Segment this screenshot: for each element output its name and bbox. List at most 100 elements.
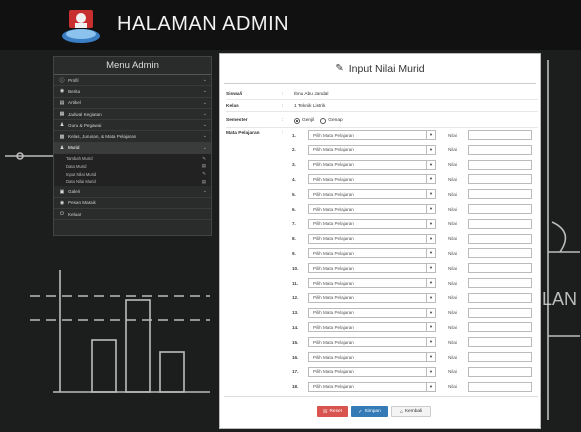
dropdown-arrow-icon: ▼ [426,219,435,228]
mata-pelajaran-select[interactable]: Pilih Mata Pelajaran ▼ [308,159,436,170]
siswa-row: Siswa/i : Ibnu Abu Jandal [226,90,538,100]
sidebar-item-guru-pegawai[interactable]: ♟ Guru & Pegawai ⌄ [54,120,211,132]
semester-radio-genjil[interactable]: Genjil [294,117,314,124]
radio-checked-icon [294,117,300,124]
svg-text:LAN: LAN [542,289,577,309]
nilai-label: Nilai [448,324,457,330]
nilai-label: Nilai [448,310,457,316]
pencil-icon: ✎ [202,155,206,161]
mata-pelajaran-select[interactable]: Pilih Mata Pelajaran ▼ [308,130,436,140]
nilai-label: Nilai [448,191,457,197]
nilai-input[interactable] [468,381,532,392]
radio-label: Genap [328,118,343,123]
sidebar-item-murid[interactable]: ♟ Murid ⌄ [54,142,211,155]
sidebar-item-artikel[interactable]: ▤ Artikel ⌄ [54,98,211,109]
semester-label: Semester [226,118,248,123]
subject-row: 9. Pilih Mata Pelajaran ▼ Nilai [292,247,538,259]
subject-row: 17. Pilih Mata Pelajaran ▼ Nilai [292,366,538,378]
nilai-input[interactable] [468,307,532,318]
murid-submenu: Tambah Murid ✎ Data Murid ▤ Input Nilai … [54,154,211,187]
mata-pelajaran-select[interactable]: Pilih Mata Pelajaran ▼ [308,204,436,214]
row-number: 17. [292,369,299,375]
home-icon: ⌂ [399,408,403,415]
nilai-input[interactable] [468,174,532,185]
row-number: 12. [292,295,299,301]
chevron-down-icon: ⌄ [202,110,207,117]
row-number: 4. [292,176,296,182]
dropdown-arrow-icon: ▼ [426,145,435,154]
nilai-input[interactable] [468,292,532,303]
nilai-input[interactable] [468,218,532,229]
subject-row: 7. Pilih Mata Pelajaran ▼ Nilai [292,218,538,230]
nilai-label: Nilai [448,295,457,301]
mata-pelajaran-select[interactable]: Pilih Mata Pelajaran ▼ [308,263,436,274]
submenu-item-data-nilai-murid[interactable]: Data Nilai Murid ▤ [54,178,211,186]
select-placeholder: Pilih Mata Pelajaran [313,354,354,360]
mata-pelajaran-select[interactable]: Pilih Mata Pelajaran ▼ [308,233,436,244]
mata-pelajaran-select[interactable]: Pilih Mata Pelajaran ▼ [308,174,436,185]
site-title: HALAMAN ADMIN [117,13,290,35]
calendar-icon: ▦ [59,111,65,118]
nilai-input[interactable] [468,366,532,377]
mata-pelajaran-select[interactable]: Pilih Mata Pelajaran ▼ [308,278,436,288]
input-nilai-panel: ✎ Input Nilai Murid Siswa/i : Ibnu Abu J… [219,53,541,429]
mata-pelajaran-select[interactable]: Pilih Mata Pelajaran ▼ [308,366,436,377]
mata-pelajaran-select[interactable]: Pilih Mata Pelajaran ▼ [308,189,436,200]
simpan-button-label: Simpan [364,409,381,414]
select-placeholder: Pilih Mata Pelajaran [313,310,354,316]
simpan-button[interactable]: ✓ Simpan [351,406,388,417]
nilai-input[interactable] [468,352,532,362]
semester-row: Semester : Genjil Genap [226,114,538,128]
nilai-label: Nilai [448,354,457,360]
nilai-input[interactable] [468,322,532,333]
select-placeholder: Pilih Mata Pelajaran [313,384,354,390]
newspaper-icon: ▤ [59,99,65,106]
mata-pelajaran-select[interactable]: Pilih Mata Pelajaran ▼ [308,144,436,155]
nilai-input[interactable] [468,144,532,155]
row-number: 16. [292,354,299,360]
mata-pelajaran-select[interactable]: Pilih Mata Pelajaran ▼ [308,218,436,229]
sidebar-item-berita[interactable]: ◉ Berita ⌄ [54,86,211,98]
mata-pelajaran-select[interactable]: Pilih Mata Pelajaran ▼ [308,337,436,348]
submenu-item-tambah-murid[interactable]: Tambah Murid ✎ [54,155,211,163]
nilai-input[interactable] [468,189,532,200]
nilai-input[interactable] [468,263,532,274]
mata-pelajaran-select[interactable]: Pilih Mata Pelajaran ▼ [308,381,436,392]
mata-pelajaran-select[interactable]: Pilih Mata Pelajaran ▼ [308,322,436,333]
sidebar-item-kelas-jurusan[interactable]: ▩ Kelas, Jurusan, & Mata Pelajaran ⌄ [54,131,211,143]
sidebar-item-keluar[interactable]: ⏻ Keluar [54,209,211,221]
reset-button[interactable]: ☒ Reset [317,406,348,417]
sidebar-item-galeri[interactable]: ▣ Galeri ⌄ [54,186,211,198]
sidebar-item-label: Keluar [68,211,82,217]
dropdown-arrow-icon: ▼ [426,279,435,287]
sidebar-item-profil[interactable]: ⓘ Profil ⌄ [54,75,211,87]
nilai-input[interactable] [468,130,532,140]
nilai-input[interactable] [468,337,532,348]
sidebar-item-jadwal-kegiatan[interactable]: ▦ Jadwal Kegiatan ⌄ [54,109,211,121]
mata-pelajaran-select[interactable]: Pilih Mata Pelajaran ▼ [308,307,436,318]
subject-row: 6. Pilih Mata Pelajaran ▼ Nilai [292,203,538,215]
nilai-input[interactable] [468,248,532,259]
dropdown-arrow-icon: ▼ [426,367,435,376]
submenu-item-data-murid[interactable]: Data Murid ▤ [54,163,211,171]
nilai-input[interactable] [468,204,532,214]
nilai-input[interactable] [468,233,532,244]
submenu-item-input-nilai-murid[interactable]: Input Nilai Murid ✎ [54,170,211,178]
nilai-input[interactable] [468,278,532,288]
dropdown-arrow-icon: ▼ [426,205,435,213]
mata-pelajaran-select[interactable]: Pilih Mata Pelajaran ▼ [308,352,436,362]
pencil-icon: ✎ [335,63,344,74]
nilai-input[interactable] [468,159,532,170]
power-icon: ⏻ [60,211,64,218]
mata-pelajaran-select[interactable]: Pilih Mata Pelajaran ▼ [308,248,436,259]
semester-radio-genap[interactable]: Genap [320,117,343,124]
submenu-item-label: Data Nilai Murid [66,179,96,185]
kembali-button[interactable]: ⌂ Kembali [391,406,431,417]
mata-pelajaran-select[interactable]: Pilih Mata Pelajaran ▼ [308,292,436,303]
subject-row: 2. Pilih Mata Pelajaran ▼ Nilai [292,144,538,156]
mata-pelajaran-label: Mata Pelajaran [226,131,260,136]
dropdown-arrow-icon: ▼ [426,382,435,391]
kelas-label: Kelas [226,104,239,109]
sidebar-item-pesan-masuk[interactable]: ◉ Pesan Masuk [54,198,211,210]
select-placeholder: Pilih Mata Pelajaran [313,206,354,212]
